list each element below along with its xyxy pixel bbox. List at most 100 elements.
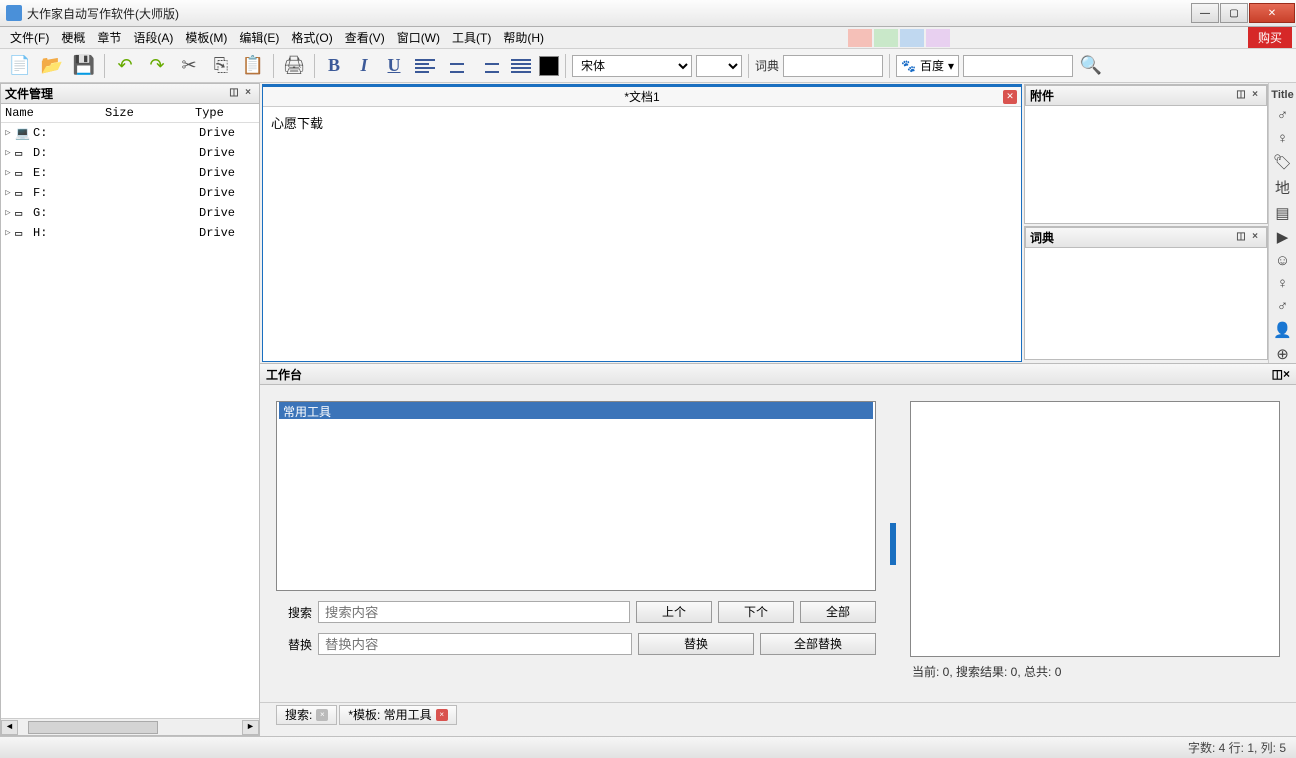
editor-tab[interactable]: *文档1 ✕ [263, 87, 1021, 107]
menu-segment[interactable]: 语段(A) [127, 27, 179, 48]
attachment-title: 附件 [1030, 87, 1234, 104]
menu-help[interactable]: 帮助(H) [497, 27, 550, 48]
main-area: 文件管理 ◫ × Name Size Type ▷💻C:Drive▷▭D:Dri… [0, 83, 1296, 736]
col-name[interactable]: Name [1, 104, 101, 122]
search-input[interactable] [318, 601, 630, 623]
menu-tools[interactable]: 工具(T) [446, 27, 497, 48]
scroll-right-icon[interactable]: ► [242, 720, 259, 735]
panel-close-icon[interactable]: × [1248, 89, 1262, 103]
drive-row[interactable]: ▷▭D:Drive [1, 143, 259, 163]
face-icon[interactable]: ☺ [1272, 252, 1294, 269]
attachment-panel: 附件 ◫ × [1024, 84, 1268, 224]
play-icon[interactable]: ▶ [1272, 228, 1294, 246]
theme-swatch-1[interactable] [848, 29, 872, 47]
dictionary-body[interactable] [1025, 248, 1267, 359]
close-icon[interactable]: × [436, 709, 448, 721]
col-type[interactable]: Type [191, 104, 259, 122]
mars-icon[interactable]: ♂ [1272, 298, 1294, 315]
attachment-body[interactable] [1025, 106, 1267, 223]
save-icon[interactable]: 💾 [70, 52, 98, 80]
close-icon[interactable]: × [316, 709, 328, 721]
menu-view[interactable]: 查看(V) [339, 27, 391, 48]
print-icon[interactable]: 🖨 [280, 52, 308, 80]
align-center-icon[interactable] [443, 52, 471, 80]
open-file-icon[interactable]: 📂 [38, 52, 66, 80]
venus-icon[interactable]: ♀ [1272, 275, 1294, 292]
menu-template[interactable]: 模板(M) [179, 27, 233, 48]
file-tree-body[interactable]: ▷💻C:Drive▷▭D:Drive▷▭E:Drive▷▭F:Drive▷▭G:… [1, 123, 259, 718]
font-size-select[interactable] [696, 55, 742, 77]
minimize-button[interactable]: — [1191, 3, 1219, 23]
menu-edit[interactable]: 编辑(E) [233, 27, 285, 48]
cut-icon[interactable]: ✂ [175, 52, 203, 80]
undo-icon[interactable]: ↶ [111, 52, 139, 80]
panel-close-icon[interactable]: × [1248, 231, 1262, 245]
file-tree-scrollbar[interactable]: ◄ ► [1, 718, 259, 735]
dict-input[interactable] [783, 55, 883, 77]
panel-popout-icon[interactable]: ◫ [1234, 231, 1248, 245]
menu-chapter[interactable]: 章节 [91, 27, 127, 48]
sidebar-title-label[interactable]: Title [1272, 89, 1294, 101]
preview-pane[interactable] [910, 401, 1280, 657]
panel-popout-icon[interactable]: ◫ [1234, 89, 1248, 103]
redo-icon[interactable]: ↷ [143, 52, 171, 80]
close-button[interactable]: ✕ [1249, 3, 1295, 23]
menu-file[interactable]: 文件(F) [4, 27, 55, 48]
replace-all-button[interactable]: 全部替换 [760, 633, 876, 655]
theme-swatch-2[interactable] [874, 29, 898, 47]
align-right-icon[interactable] [475, 52, 503, 80]
align-left-icon[interactable] [411, 52, 439, 80]
web-search-input[interactable] [963, 55, 1073, 77]
tool-list[interactable]: 常用工具 [276, 401, 876, 591]
prev-button[interactable]: 上个 [636, 601, 712, 623]
align-justify-icon[interactable] [507, 52, 535, 80]
tool-list-selected[interactable]: 常用工具 [279, 402, 873, 419]
maximize-button[interactable]: ▢ [1220, 3, 1248, 23]
panel-popout-icon[interactable]: ◫ [1272, 367, 1283, 381]
underline-icon[interactable]: U [381, 52, 407, 80]
paste-icon[interactable]: 📋 [239, 52, 267, 80]
menu-outline[interactable]: 梗概 [55, 27, 91, 48]
drive-row[interactable]: ▷▭F:Drive [1, 183, 259, 203]
bottom-tab-template[interactable]: *模板: 常用工具 × [339, 705, 456, 725]
replace-input[interactable] [318, 633, 632, 655]
male-icon[interactable]: ♂ [1272, 107, 1294, 124]
panel-close-icon[interactable]: × [1283, 367, 1290, 381]
drive-row[interactable]: ▷▭H:Drive [1, 223, 259, 243]
panel-popout-icon[interactable]: ◫ [227, 87, 241, 101]
new-file-icon[interactable]: 📄 [6, 52, 34, 80]
copy-icon[interactable]: ⎘ [207, 52, 235, 80]
theme-swatch-3[interactable] [900, 29, 924, 47]
search-icon[interactable]: 🔍 [1077, 52, 1105, 80]
search-engine-select[interactable]: 🐾 百度 ▾ [896, 55, 959, 77]
panel-close-icon[interactable]: × [241, 87, 255, 101]
location-icon[interactable]: 地 [1272, 177, 1294, 198]
document-icon[interactable]: ▤ [1272, 204, 1294, 222]
buy-button[interactable]: 购买 [1248, 27, 1292, 48]
drive-row[interactable]: ▷▭E:Drive [1, 163, 259, 183]
editor-tab-close-icon[interactable]: ✕ [1003, 90, 1017, 104]
female-icon[interactable]: ♀ [1272, 130, 1294, 147]
globe-icon[interactable]: ⊕ [1272, 345, 1294, 363]
tag-icon[interactable]: 🏷 [1272, 153, 1294, 171]
replace-button[interactable]: 替换 [638, 633, 754, 655]
next-button[interactable]: 下个 [718, 601, 794, 623]
col-size[interactable]: Size [101, 104, 191, 122]
toolbar: 📄 📂 💾 ↶ ↷ ✂ ⎘ 📋 🖨 B I U 宋体 词典 🐾 百度 ▾ 🔍 [0, 49, 1296, 83]
scroll-left-icon[interactable]: ◄ [1, 720, 18, 735]
bottom-tab-search[interactable]: 搜索: × [276, 705, 337, 725]
scroll-thumb[interactable] [28, 721, 158, 734]
editor-body[interactable]: 心愿下载 [263, 107, 1021, 361]
theme-swatch-4[interactable] [926, 29, 950, 47]
bold-icon[interactable]: B [321, 52, 347, 80]
drive-row[interactable]: ▷💻C:Drive [1, 123, 259, 143]
font-family-select[interactable]: 宋体 [572, 55, 692, 77]
splitter-handle[interactable] [890, 523, 896, 565]
menu-window[interactable]: 窗口(W) [391, 27, 446, 48]
all-button[interactable]: 全部 [800, 601, 876, 623]
menu-format[interactable]: 格式(O) [285, 27, 338, 48]
text-color-icon[interactable] [539, 56, 559, 76]
italic-icon[interactable]: I [351, 52, 377, 80]
person-icon[interactable]: 👤 [1272, 321, 1294, 339]
drive-row[interactable]: ▷▭G:Drive [1, 203, 259, 223]
